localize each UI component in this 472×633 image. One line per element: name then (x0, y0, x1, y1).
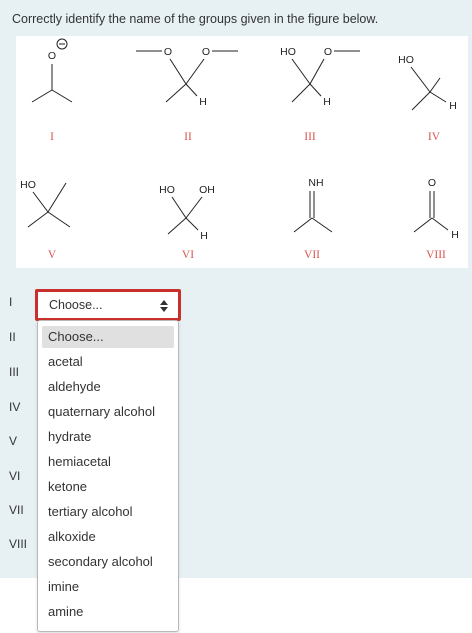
structure-VII: NH VII (293, 177, 333, 261)
option-choose[interactable]: Choose... (42, 326, 174, 348)
svg-text:H: H (200, 230, 208, 242)
structure-IV: HO H IV (398, 54, 457, 143)
row-label-I: I (9, 295, 13, 309)
svg-text:H: H (451, 229, 459, 241)
option-tertiary-alcohol[interactable]: tertiary alcohol (42, 501, 174, 523)
svg-text:I: I (50, 131, 54, 143)
row-label-IV: IV (9, 400, 21, 414)
svg-text:VII: VII (304, 249, 320, 261)
select-arrows-icon (160, 300, 168, 312)
structure-V: HO V (20, 179, 71, 261)
row-label-VII: VII (9, 503, 24, 517)
svg-text:HO: HO (398, 54, 414, 66)
structures-figure: O I O O H II HO O H III HO H IV HO V HO … (16, 36, 468, 268)
svg-text:VIII: VIII (426, 249, 446, 261)
svg-text:V: V (48, 249, 57, 261)
svg-text:VI: VI (182, 249, 194, 261)
option-quaternary-alcohol[interactable]: quaternary alcohol (42, 401, 174, 423)
option-hydrate[interactable]: hydrate (42, 426, 174, 448)
svg-text:H: H (323, 96, 331, 108)
structure-VI: HO OH H VI (159, 184, 215, 261)
svg-text:HO: HO (280, 46, 296, 58)
svg-text:H: H (199, 96, 207, 108)
row-label-II: II (9, 330, 16, 344)
svg-text:HO: HO (159, 184, 175, 196)
option-alkoxide[interactable]: alkoxide (42, 526, 174, 548)
svg-text:O: O (202, 46, 210, 58)
answer-select-I[interactable]: Choose... (35, 289, 181, 321)
svg-text:H: H (449, 100, 457, 112)
svg-text:II: II (184, 131, 192, 143)
select-dropdown-list: Choose... acetal aldehyde quaternary alc… (37, 320, 179, 632)
option-ketone[interactable]: ketone (42, 476, 174, 498)
row-label-V: V (9, 434, 18, 448)
structure-VIII: O H VIII (413, 177, 459, 261)
structure-II: O O H II (136, 46, 238, 143)
question-text: Correctly identify the name of the group… (12, 12, 379, 26)
svg-text:O: O (48, 50, 56, 62)
svg-text:NH: NH (308, 177, 323, 189)
row-label-III: III (9, 365, 20, 379)
option-imine[interactable]: imine (42, 576, 174, 598)
svg-text:III: III (304, 131, 316, 143)
svg-text:O: O (324, 46, 332, 58)
row-label-VIII: VIII (9, 537, 28, 551)
option-aldehyde[interactable]: aldehyde (42, 376, 174, 398)
option-amine[interactable]: amine (42, 601, 174, 623)
select-value: Choose... (49, 298, 103, 312)
svg-text:O: O (164, 46, 172, 58)
option-hemiacetal[interactable]: hemiacetal (42, 451, 174, 473)
structure-I: O I (31, 38, 73, 143)
svg-text:HO: HO (20, 179, 36, 191)
svg-text:OH: OH (199, 184, 215, 196)
option-acetal[interactable]: acetal (42, 351, 174, 373)
structure-III: HO O H III (280, 46, 360, 143)
option-secondary-alcohol[interactable]: secondary alcohol (42, 551, 174, 573)
row-label-VI: VI (9, 469, 21, 483)
structures-svg: O I O O H II HO O H III HO H IV HO V HO … (20, 38, 459, 261)
svg-text:IV: IV (428, 131, 441, 143)
svg-text:O: O (428, 177, 436, 189)
